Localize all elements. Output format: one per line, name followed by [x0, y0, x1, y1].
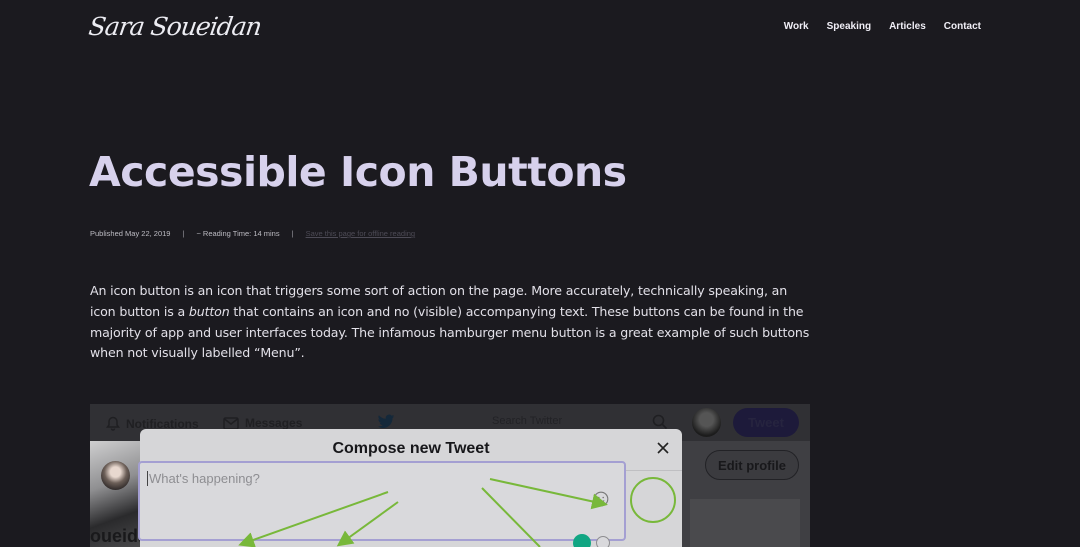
meta-separator: | [182, 229, 185, 238]
article-figure: Notifications Messages Search Twitter Tw… [90, 404, 810, 547]
grammarly-icon [573, 534, 591, 547]
progress-ring-icon [596, 536, 610, 547]
compose-input: What's happening? [138, 461, 626, 541]
compose-placeholder: What's happening? [147, 471, 260, 486]
reading-time: ~ Reading Time: 14 mins [196, 229, 280, 238]
meta-separator: | [291, 229, 294, 238]
main-nav: Work Speaking Articles Contact [784, 21, 981, 32]
edit-profile-button: Edit profile [705, 450, 799, 480]
published-date: Published May 22, 2019 [90, 229, 171, 238]
avatar [692, 408, 721, 437]
twitter-bird-icon [377, 414, 395, 428]
emoji-icon [593, 491, 609, 507]
twitter-search-input: Search Twitter [492, 415, 563, 427]
intro-emphasis: button [188, 303, 230, 319]
search-icon [652, 414, 668, 430]
twitter-tab-messages: Messages [223, 416, 302, 430]
tab-label: Messages [245, 416, 303, 430]
modal-title: Compose new Tweet [332, 440, 490, 457]
nav-item-work[interactable]: Work [784, 21, 809, 32]
bell-icon [106, 416, 120, 431]
nav-item-speaking[interactable]: Speaking [827, 21, 871, 32]
save-offline-link[interactable]: Save this page for offline reading [306, 229, 416, 238]
tweet-button: Tweet [733, 408, 799, 437]
site-logo[interactable]: Sara Soueidan [87, 12, 263, 41]
article-intro: An icon button is an icon that triggers … [90, 281, 812, 364]
nav-item-contact[interactable]: Contact [944, 21, 981, 32]
sidebar-panel [690, 499, 800, 547]
envelope-icon [223, 416, 239, 430]
close-icon [657, 442, 669, 454]
article-title: Accessible Icon Buttons [89, 148, 627, 196]
article-meta: Published May 22, 2019 | ~ Reading Time:… [90, 229, 415, 238]
nav-item-articles[interactable]: Articles [889, 21, 926, 32]
compose-avatar [101, 461, 130, 490]
